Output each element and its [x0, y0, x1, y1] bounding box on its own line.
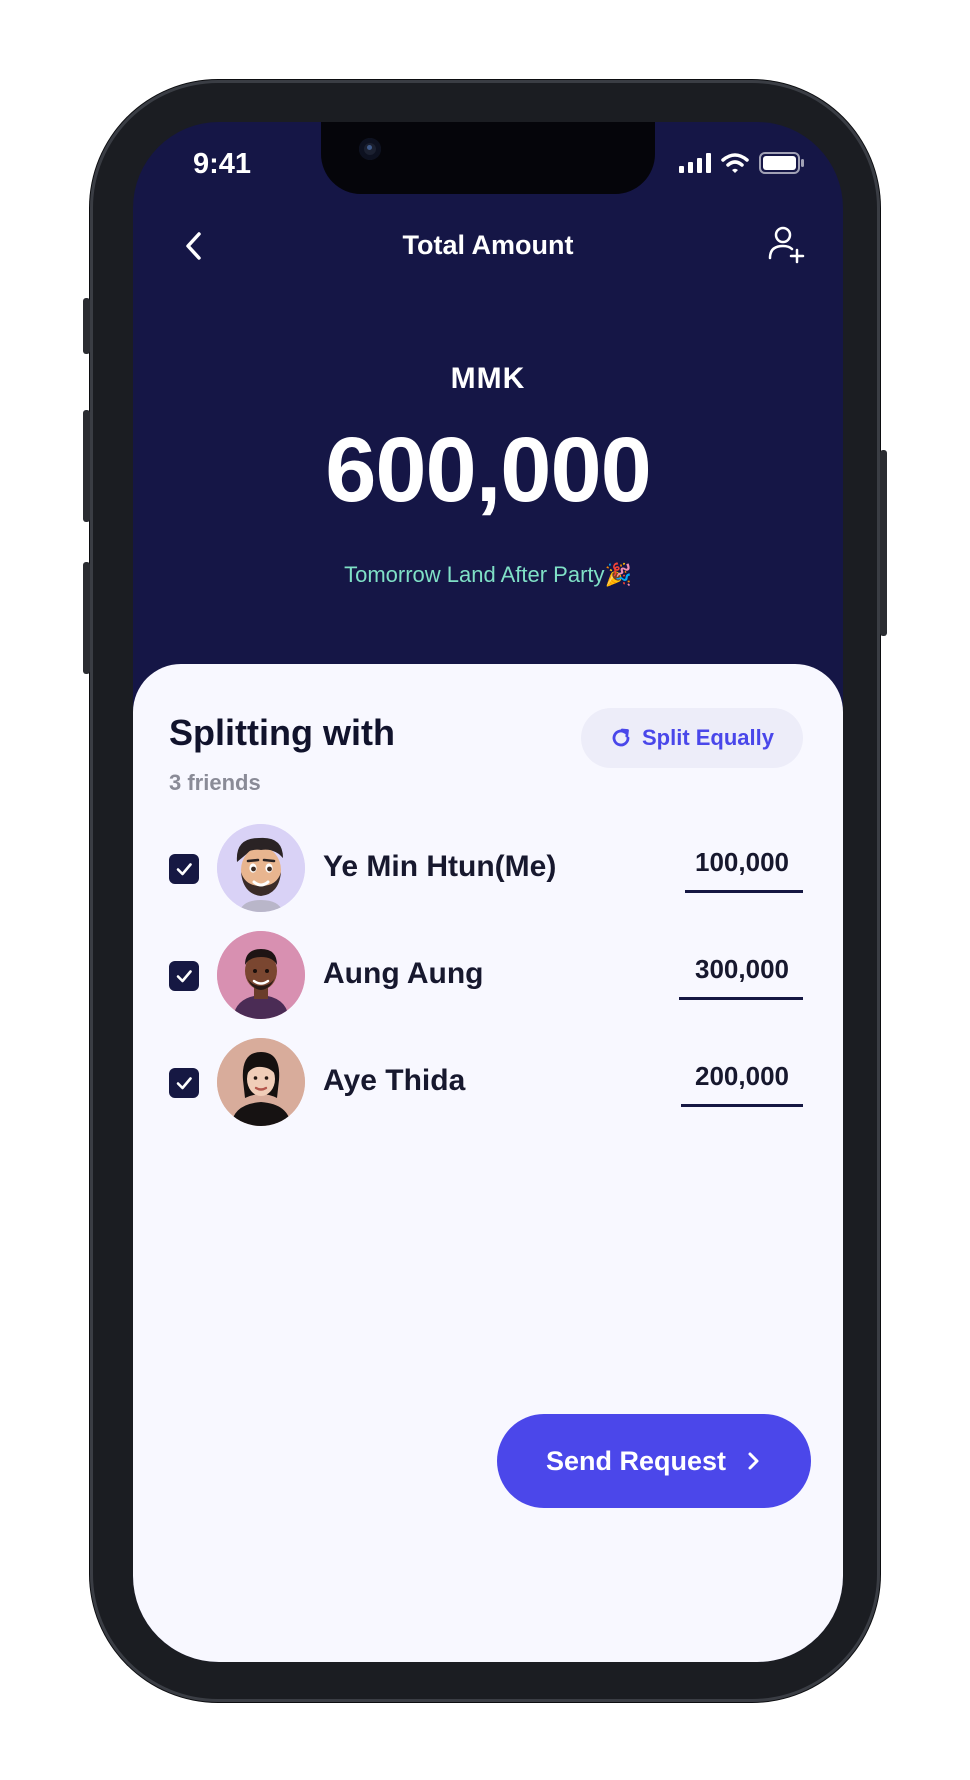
avatar — [217, 1038, 305, 1126]
signal-icon — [679, 153, 711, 173]
friend-row: Aung Aung 300,000 — [169, 931, 803, 1021]
add-friend-button[interactable] — [765, 222, 809, 266]
friends-count: 3 friends — [169, 770, 261, 795]
status-time: 9:41 — [193, 148, 252, 180]
splitting-title: Splitting with — [169, 712, 395, 753]
friend-name: Ye Min Htun(Me) — [323, 850, 557, 883]
chevron-right-icon — [748, 1452, 759, 1470]
avatar — [217, 824, 305, 912]
status-icons — [679, 152, 805, 174]
total-amount: 600,000 — [325, 419, 652, 521]
send-request-button[interactable]: Send Request — [497, 1414, 811, 1508]
friend-row: Aye Thida 200,000 — [169, 1038, 803, 1128]
camera-icon — [359, 138, 381, 160]
friend-checkbox[interactable] — [169, 854, 199, 884]
amount-input[interactable]: 100,000 — [685, 842, 803, 893]
person-photo-icon — [217, 931, 305, 1019]
currency-label: MMK — [450, 362, 526, 395]
friend-name: Aye Thida — [323, 1064, 466, 1097]
send-request-label: Send Request — [545, 1445, 727, 1476]
checkmark-icon — [176, 1077, 192, 1090]
split-equally-label: Split Equally — [641, 725, 775, 750]
friend-row: Ye Min Htun(Me) 100,000 — [169, 824, 803, 914]
memoji-avatar-icon — [217, 824, 305, 912]
power-button — [880, 450, 887, 636]
silent-switch — [83, 298, 90, 354]
avatar — [217, 931, 305, 1019]
splitting-card: Splitting with 3 friends Split Equally Y… — [133, 664, 843, 1662]
friend-checkbox[interactable] — [169, 961, 199, 991]
checkmark-icon — [176, 970, 192, 983]
refresh-icon — [612, 728, 630, 747]
event-note: Tomorrow Land After Party🎉 — [344, 562, 632, 587]
add-user-icon — [768, 226, 805, 264]
screen: 9:41 Total Amount MMK 600,000 Tomorrow L… — [133, 122, 843, 1662]
checkmark-icon — [176, 863, 192, 876]
person-photo-icon — [217, 1038, 305, 1126]
battery-icon — [759, 152, 804, 174]
page-title: Total Amount — [402, 230, 574, 260]
split-equally-button[interactable]: Split Equally — [581, 708, 803, 768]
top-bar: Total Amount — [133, 212, 843, 282]
volume-up-button — [83, 410, 90, 522]
amount-input[interactable]: 300,000 — [679, 949, 803, 1000]
volume-down-button — [83, 562, 90, 674]
amount-input[interactable]: 200,000 — [681, 1056, 803, 1107]
friend-name: Aung Aung — [323, 957, 484, 990]
friend-checkbox[interactable] — [169, 1068, 199, 1098]
notch — [321, 122, 655, 194]
wifi-icon — [721, 153, 749, 173]
